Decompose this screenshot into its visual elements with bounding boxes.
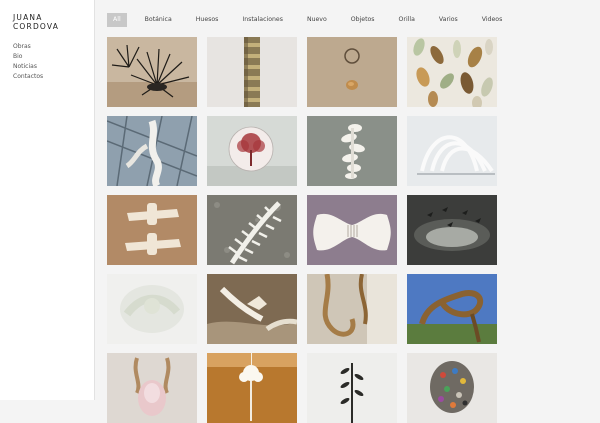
pink-figure-photo-icon xyxy=(107,353,197,423)
filter-videos[interactable]: Videos xyxy=(476,13,509,27)
twisted-white-sculpture-photo-icon xyxy=(307,116,397,186)
twisted-trunk-sky-photo-icon xyxy=(407,274,497,344)
artwork-thumbnail[interactable] xyxy=(107,274,197,344)
leaf-collection-photo-icon xyxy=(407,37,497,107)
nav-item-bio[interactable]: Bio xyxy=(13,52,43,62)
artwork-thumbnail[interactable] xyxy=(407,274,497,344)
artwork-thumbnail[interactable] xyxy=(407,116,497,186)
artwork-thumbnail[interactable] xyxy=(407,353,497,423)
artwork-thumbnail[interactable] xyxy=(207,116,297,186)
artwork-thumbnail[interactable] xyxy=(307,37,397,107)
vertebrae-pair-photo-icon xyxy=(107,195,197,265)
nav-item-contactos[interactable]: Contactos xyxy=(13,72,43,82)
filter-objetos[interactable]: Objetos xyxy=(345,13,381,27)
filter-nuevo[interactable]: Nuevo xyxy=(301,13,333,27)
filter-varios[interactable]: Varios xyxy=(433,13,464,27)
bone-axe-photo-icon xyxy=(307,195,397,265)
artwork-thumbnail[interactable] xyxy=(207,37,297,107)
artwork-thumbnail[interactable] xyxy=(207,274,297,344)
nav-item-obras[interactable]: Obras xyxy=(13,42,43,52)
beaded-skull-photo-icon xyxy=(407,353,497,423)
faded-bone-photo-icon xyxy=(107,274,197,344)
white-ribcage-arches-photo-icon xyxy=(407,116,497,186)
artwork-thumbnail[interactable] xyxy=(107,353,197,423)
artwork-thumbnail[interactable] xyxy=(407,37,497,107)
artwork-thumbnail[interactable] xyxy=(207,195,297,265)
filter-instalaciones[interactable]: Instalaciones xyxy=(236,13,289,27)
logo-line-2: CORDOVA xyxy=(13,22,60,31)
stacked-column-photo-icon xyxy=(207,37,297,107)
red-tree-disc-photo-icon xyxy=(207,116,297,186)
filter-huesos[interactable]: Huesos xyxy=(190,13,225,27)
artwork-thumbnail[interactable] xyxy=(307,274,397,344)
artwork-thumbnail[interactable] xyxy=(107,116,197,186)
filter-all[interactable]: All xyxy=(107,13,127,27)
artwork-thumbnail[interactable] xyxy=(307,116,397,186)
main-nav: Obras Bio Noticias Contactos xyxy=(13,42,43,82)
artwork-thumbnail[interactable] xyxy=(307,195,397,265)
category-filters: All Botánica Huesos Instalaciones Nuevo … xyxy=(107,13,520,27)
artwork-thumbnail[interactable] xyxy=(107,37,197,107)
bird-landscape-photo-icon xyxy=(407,195,497,265)
sidebar: JUANA CORDOVA Obras Bio Noticias Contact… xyxy=(0,0,95,400)
white-sculpture-glass-ceiling-photo-icon xyxy=(107,116,197,186)
spiky-plants-photo-icon xyxy=(107,37,197,107)
spine-on-stone-photo-icon xyxy=(207,195,297,265)
hanging-rope-gallery-photo-icon xyxy=(307,274,397,344)
site-logo[interactable]: JUANA CORDOVA xyxy=(13,13,59,31)
artwork-thumbnail[interactable] xyxy=(407,195,497,265)
filter-orilla[interactable]: Orilla xyxy=(393,13,421,27)
artwork-thumbnail[interactable] xyxy=(107,195,197,265)
main-content: All Botánica Huesos Instalaciones Nuevo … xyxy=(95,0,600,423)
artwork-thumbnail[interactable] xyxy=(307,353,397,423)
ring-and-disc-photo-icon xyxy=(307,37,397,107)
hanging-white-tree-photo-icon xyxy=(207,353,297,423)
filter-botanica[interactable]: Botánica xyxy=(139,13,178,27)
logo-line-1: JUANA xyxy=(13,13,43,22)
nav-item-noticias[interactable]: Noticias xyxy=(13,62,43,72)
dark-plant-photo-icon xyxy=(307,353,397,423)
bone-on-sand-photo-icon xyxy=(207,274,297,344)
artwork-thumbnail[interactable] xyxy=(207,353,297,423)
artwork-grid xyxy=(107,37,497,423)
